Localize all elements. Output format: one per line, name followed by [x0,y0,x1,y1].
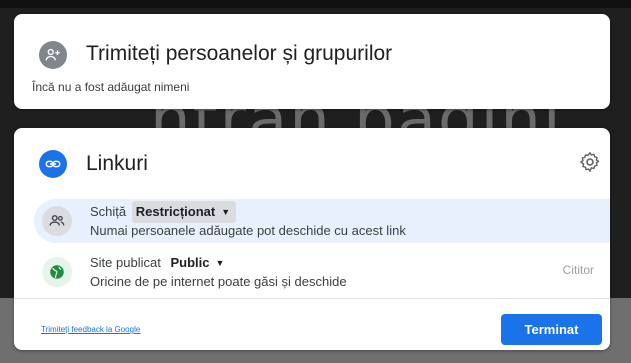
share-title: Trimiteți persoanelor și grupurilor [86,42,393,65]
done-button[interactable]: Terminat [501,314,602,345]
person-add-icon[interactable] [39,41,67,69]
draft-description: Numai persoanele adăugate pot deschide c… [90,223,406,238]
footer-divider [14,298,610,299]
globe-icon [42,257,72,287]
caret-down-icon: ▼ [215,258,225,268]
public-row-line1: Site publicat Public ▼ [90,252,230,274]
caret-down-icon: ▼ [221,207,231,217]
draft-link-row: Schiță Restricționat ▼ Numai persoanele a… [34,199,610,243]
public-description: Oricine de pe internet poate găsi și des… [90,274,347,289]
draft-access-dropdown[interactable]: Restricționat ▼ [131,201,237,223]
links-card: Linkuri Schiță Restricționat ▼ Numai pers… [14,128,610,350]
share-card: Trimiteți persoanelor și grupurilor Încă… [14,14,610,109]
public-access-value: Public [170,255,210,270]
draft-label: Schiță [90,204,127,219]
feedback-link[interactable]: Trimiteți feedback la Google [41,325,140,334]
public-role-label: Cititor [562,263,594,277]
gear-icon[interactable] [578,150,602,174]
link-icon [39,150,67,178]
draft-row-line1: Schiță Restricționat ▼ [90,201,237,223]
background-top-band [0,0,631,8]
draft-access-value: Restricționat [135,204,216,219]
public-access-dropdown[interactable]: Public ▼ [166,252,230,274]
share-subtitle: Încă nu a fost adăugat nimeni [32,80,190,94]
links-title: Linkuri [86,152,148,175]
people-icon [42,206,72,236]
public-label: Site publicat [90,255,161,270]
public-link-row: Site publicat Public ▼ Oricine de pe inte… [34,250,610,294]
